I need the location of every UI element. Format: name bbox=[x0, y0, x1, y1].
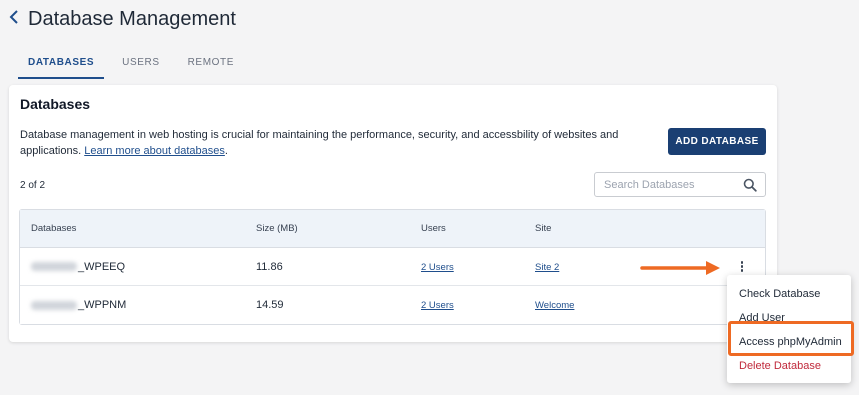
menu-item-access-phpmyadmin[interactable]: Access phpMyAdmin bbox=[727, 331, 851, 355]
page-header: Database Management bbox=[8, 7, 236, 31]
col-header-site: Site bbox=[535, 223, 552, 234]
col-header-users: Users bbox=[421, 223, 446, 234]
database-name: _WPPNM bbox=[20, 299, 256, 311]
row-actions-menu: Check Database Add User Access phpMyAdmi… bbox=[727, 275, 851, 383]
chevron-left-icon[interactable] bbox=[8, 7, 24, 31]
more-options-icon[interactable] bbox=[735, 260, 749, 274]
site-link[interactable]: Welcome bbox=[535, 300, 574, 311]
col-header-databases: Databases bbox=[31, 223, 77, 234]
search-input[interactable] bbox=[595, 173, 735, 196]
site-link[interactable]: Site 2 bbox=[535, 262, 559, 273]
menu-item-delete-database[interactable]: Delete Database bbox=[727, 355, 851, 379]
table-header: Databases Size (MB) Users Site bbox=[20, 210, 765, 248]
tab-remote[interactable]: REMOTE bbox=[178, 53, 244, 79]
users-link[interactable]: 2 Users bbox=[421, 262, 454, 273]
learn-more-link[interactable]: Learn more about databases bbox=[84, 145, 225, 157]
menu-item-add-user[interactable]: Add User bbox=[727, 307, 851, 331]
col-header-size: Size (MB) bbox=[256, 223, 298, 234]
table-row: _WPPNM 14.59 2 Users Welcome bbox=[20, 286, 765, 324]
databases-card: Databases Database management in web hos… bbox=[9, 85, 777, 342]
database-name-suffix: _WPEEQ bbox=[78, 260, 126, 273]
menu-item-check-database[interactable]: Check Database bbox=[727, 283, 851, 307]
description-period: . bbox=[224, 145, 228, 157]
database-name-suffix: _WPPNM bbox=[78, 299, 127, 311]
tab-databases[interactable]: DATABASES bbox=[18, 53, 105, 79]
search-icon[interactable] bbox=[743, 178, 757, 192]
add-database-button[interactable]: ADD DATABASE bbox=[668, 128, 766, 155]
database-name: _WPEEQ bbox=[20, 261, 256, 273]
card-description: Database management in web hosting is cr… bbox=[20, 127, 630, 159]
search-box bbox=[594, 172, 766, 197]
redacted-prefix bbox=[31, 300, 77, 310]
database-size: 14.59 bbox=[256, 299, 284, 311]
redacted-prefix bbox=[31, 262, 77, 271]
annotation-arrow-icon bbox=[640, 261, 720, 275]
tab-users[interactable]: USERS bbox=[112, 53, 169, 79]
tab-bar: DATABASES USERS REMOTE bbox=[18, 53, 252, 79]
page-title: Database Management bbox=[28, 8, 236, 30]
result-count: 2 of 2 bbox=[20, 180, 46, 191]
card-title: Databases bbox=[20, 96, 91, 112]
users-link[interactable]: 2 Users bbox=[421, 300, 454, 311]
database-size: 11.86 bbox=[256, 260, 283, 273]
